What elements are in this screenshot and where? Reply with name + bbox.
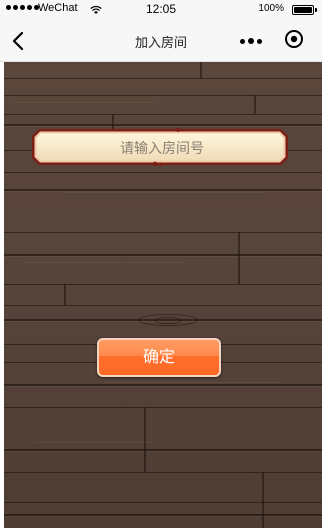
confirm-button[interactable]: 确定 [97,338,221,377]
more-dot-icon [248,38,254,44]
plank-joint [144,407,146,472]
plank-seam [4,472,322,473]
close-miniprogram-button[interactable] [284,29,304,49]
plank-joint [262,472,264,528]
mini-program-capsule [224,26,308,54]
status-bar: WeChat 12:05 100% [0,0,322,20]
more-button[interactable] [240,34,266,48]
plank-seam [4,172,322,173]
wood-grain [104,382,284,383]
wood-knot [154,317,182,324]
room-number-field[interactable] [31,128,289,166]
plank-seam [4,502,322,503]
plank-seam [4,114,322,115]
app-frame: WeChat 12:05 100% 加入房间 请输入房间号 确定 [0,0,322,528]
plank-joint [64,284,66,305]
plank-seam [4,305,322,306]
navigation-bar: 加入房间 [0,20,322,62]
battery-icon [292,5,314,15]
battery-tip [315,8,317,12]
plank-joint [254,95,256,114]
wood-grain [24,262,184,263]
plank-seam [4,95,322,96]
plank-seam [4,284,322,285]
room-number-input[interactable] [41,134,283,162]
plank-seam [4,78,322,79]
plank-seam [4,232,322,233]
more-dot-icon [240,38,245,44]
plank-joint [200,62,202,78]
battery-percent: 100% [258,3,284,14]
wood-grain [14,102,154,103]
target-close-icon [285,30,303,48]
plank-seam [4,407,322,408]
wood-grain [64,192,264,193]
plank-joint [238,232,240,284]
more-dot-icon [257,38,262,44]
wood-grain [34,442,154,443]
